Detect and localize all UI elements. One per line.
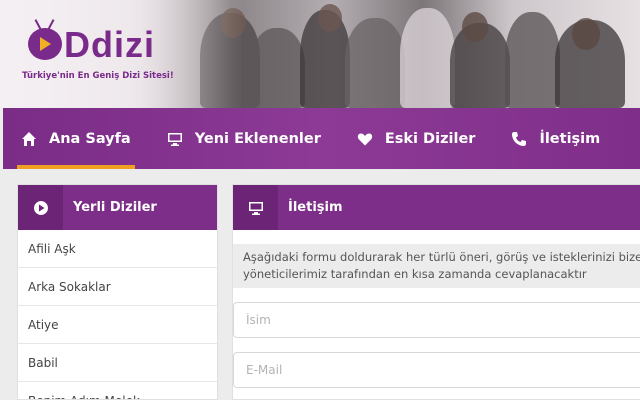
name-input[interactable] bbox=[234, 303, 640, 337]
site-logo[interactable]: Ddizi Türkiye'nin En Geniş Dizi Sitesi! bbox=[22, 16, 182, 86]
nav-item-ana-sayfa[interactable]: Ana Sayfa bbox=[3, 108, 149, 169]
nav-item-yeni-eklenenler[interactable]: Yeni Eklenenler bbox=[149, 108, 339, 169]
phone-icon bbox=[511, 131, 527, 147]
list-item[interactable]: Afili Aşk bbox=[18, 230, 217, 268]
nav-item-label: Ana Sayfa bbox=[49, 130, 131, 147]
email-field-wrapper bbox=[233, 352, 640, 388]
sidebar-header: Yerli Diziler bbox=[18, 185, 217, 230]
monitor-icon bbox=[167, 131, 183, 147]
play-icon bbox=[40, 37, 51, 51]
list-item[interactable]: Babil bbox=[18, 344, 217, 382]
contact-header: İletişim bbox=[233, 185, 640, 230]
email-input[interactable] bbox=[234, 353, 640, 387]
nav-item-label: İletişim bbox=[539, 130, 601, 147]
contact-intro: Aşağıdaki formu doldurarak her türlü öne… bbox=[233, 244, 640, 288]
site-tagline: Türkiye'nin En Geniş Dizi Sitesi! bbox=[22, 71, 174, 81]
name-field-wrapper bbox=[233, 302, 640, 338]
contact-panel: İletişim Aşağıdaki formu doldurarak her … bbox=[232, 184, 640, 400]
home-icon bbox=[21, 131, 37, 147]
sidebar-yerli-diziler: Yerli Diziler Afili Aşk Arka Sokaklar At… bbox=[17, 184, 218, 400]
intro-line: yöneticilerimiz tarafından en kısa zaman… bbox=[243, 267, 587, 281]
list-item[interactable]: Arka Sokaklar bbox=[18, 268, 217, 306]
logo-text: Ddizi bbox=[64, 24, 155, 65]
play-circle-icon bbox=[18, 185, 63, 230]
monitor-icon bbox=[233, 185, 278, 230]
nav-item-eski-diziler[interactable]: Eski Diziler bbox=[339, 108, 494, 169]
heart-icon bbox=[357, 131, 373, 147]
intro-line: Aşağıdaki formu doldurarak her türlü öne… bbox=[243, 250, 640, 264]
list-item[interactable]: Atiye bbox=[18, 306, 217, 344]
sidebar-title: Yerli Diziler bbox=[73, 200, 157, 215]
list-item[interactable]: Benim Adım Melek bbox=[18, 382, 217, 400]
header-banner: Ddizi Türkiye'nin En Geniş Dizi Sitesi! bbox=[0, 0, 640, 108]
nav-item-label: Eski Diziler bbox=[384, 130, 476, 147]
contact-title: İletişim bbox=[288, 200, 343, 215]
nav-item-label: Yeni Eklenenler bbox=[194, 130, 321, 147]
series-list: Afili Aşk Arka Sokaklar Atiye Babil Beni… bbox=[18, 230, 217, 400]
main-nav: Ana Sayfa Yeni Eklenenler Eski Diziler İ… bbox=[3, 108, 640, 169]
nav-item-iletisim[interactable]: İletişim bbox=[493, 108, 618, 169]
